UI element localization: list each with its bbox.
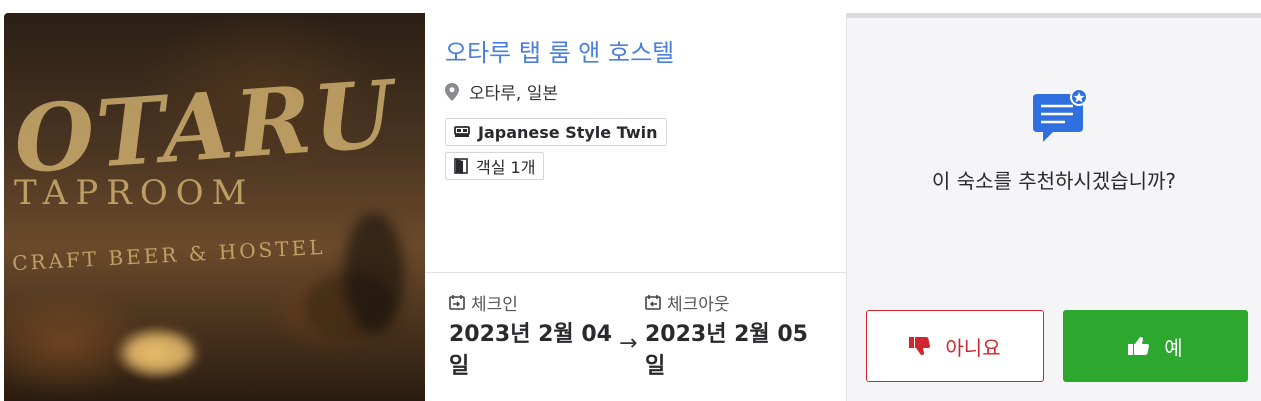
room-type-text: Japanese Style Twin <box>478 122 658 142</box>
checkout-label: 체크아웃 <box>667 294 730 315</box>
photo-sign-text: TAPROOM <box>14 173 255 213</box>
hotel-location: 오타루, 일본 <box>445 79 826 104</box>
calendar-checkout-icon <box>645 295 661 310</box>
divider <box>425 272 846 273</box>
no-label: 아니요 <box>945 335 1001 360</box>
checkin-label: 체크인 <box>471 294 518 315</box>
room-count-badge: 객실 1개 <box>445 152 545 180</box>
room-count-text: 객실 1개 <box>476 158 536 177</box>
hotel-photo[interactable]: OTARU TAPROOM CRAFT BEER & HOSTEL <box>4 13 425 401</box>
recommend-panel: 이 숙소를 추천하시겠습니까? 아니요 예 <box>847 13 1261 401</box>
yes-label: 예 <box>1164 335 1183 360</box>
recommend-no-button[interactable]: 아니요 <box>866 310 1044 382</box>
room-type-badge: Japanese Style Twin <box>445 118 667 146</box>
photo-sign-text: CRAFT BEER & HOSTEL <box>11 234 327 276</box>
bed-icon <box>454 126 470 137</box>
checkout-block: 체크아웃 2023년 2월 05일 <box>645 289 817 383</box>
arrow-right-icon: → <box>619 331 638 356</box>
calendar-checkin-icon <box>449 295 465 310</box>
door-icon <box>454 158 468 174</box>
location-pin-icon <box>445 82 459 101</box>
checkin-block: 체크인 2023년 2월 04일 <box>449 289 621 383</box>
checkout-date: 2023년 2월 05일 <box>645 322 808 379</box>
recommend-yes-button[interactable]: 예 <box>1063 310 1248 382</box>
thumbs-up-icon <box>1128 337 1150 355</box>
recommend-question: 이 숙소를 추천하시겠습니까? <box>931 169 1177 193</box>
stay-dates: 체크인 2023년 2월 04일 → 체크아웃 2023년 2월 05일 <box>449 289 836 383</box>
checkin-date: 2023년 2월 04일 <box>449 322 612 379</box>
location-text: 오타루, 일본 <box>469 84 559 104</box>
thumbs-down-icon <box>909 337 931 355</box>
chat-star-icon <box>1033 88 1088 142</box>
booking-card: OTARU TAPROOM CRAFT BEER & HOSTEL 오타루 탭 … <box>4 13 1261 401</box>
hotel-name-link[interactable]: 오타루 탭 룸 앤 호스텔 <box>445 37 826 69</box>
booking-details: 오타루 탭 룸 앤 호스텔 오타루, 일본 Japanese Style Twi… <box>425 13 847 401</box>
